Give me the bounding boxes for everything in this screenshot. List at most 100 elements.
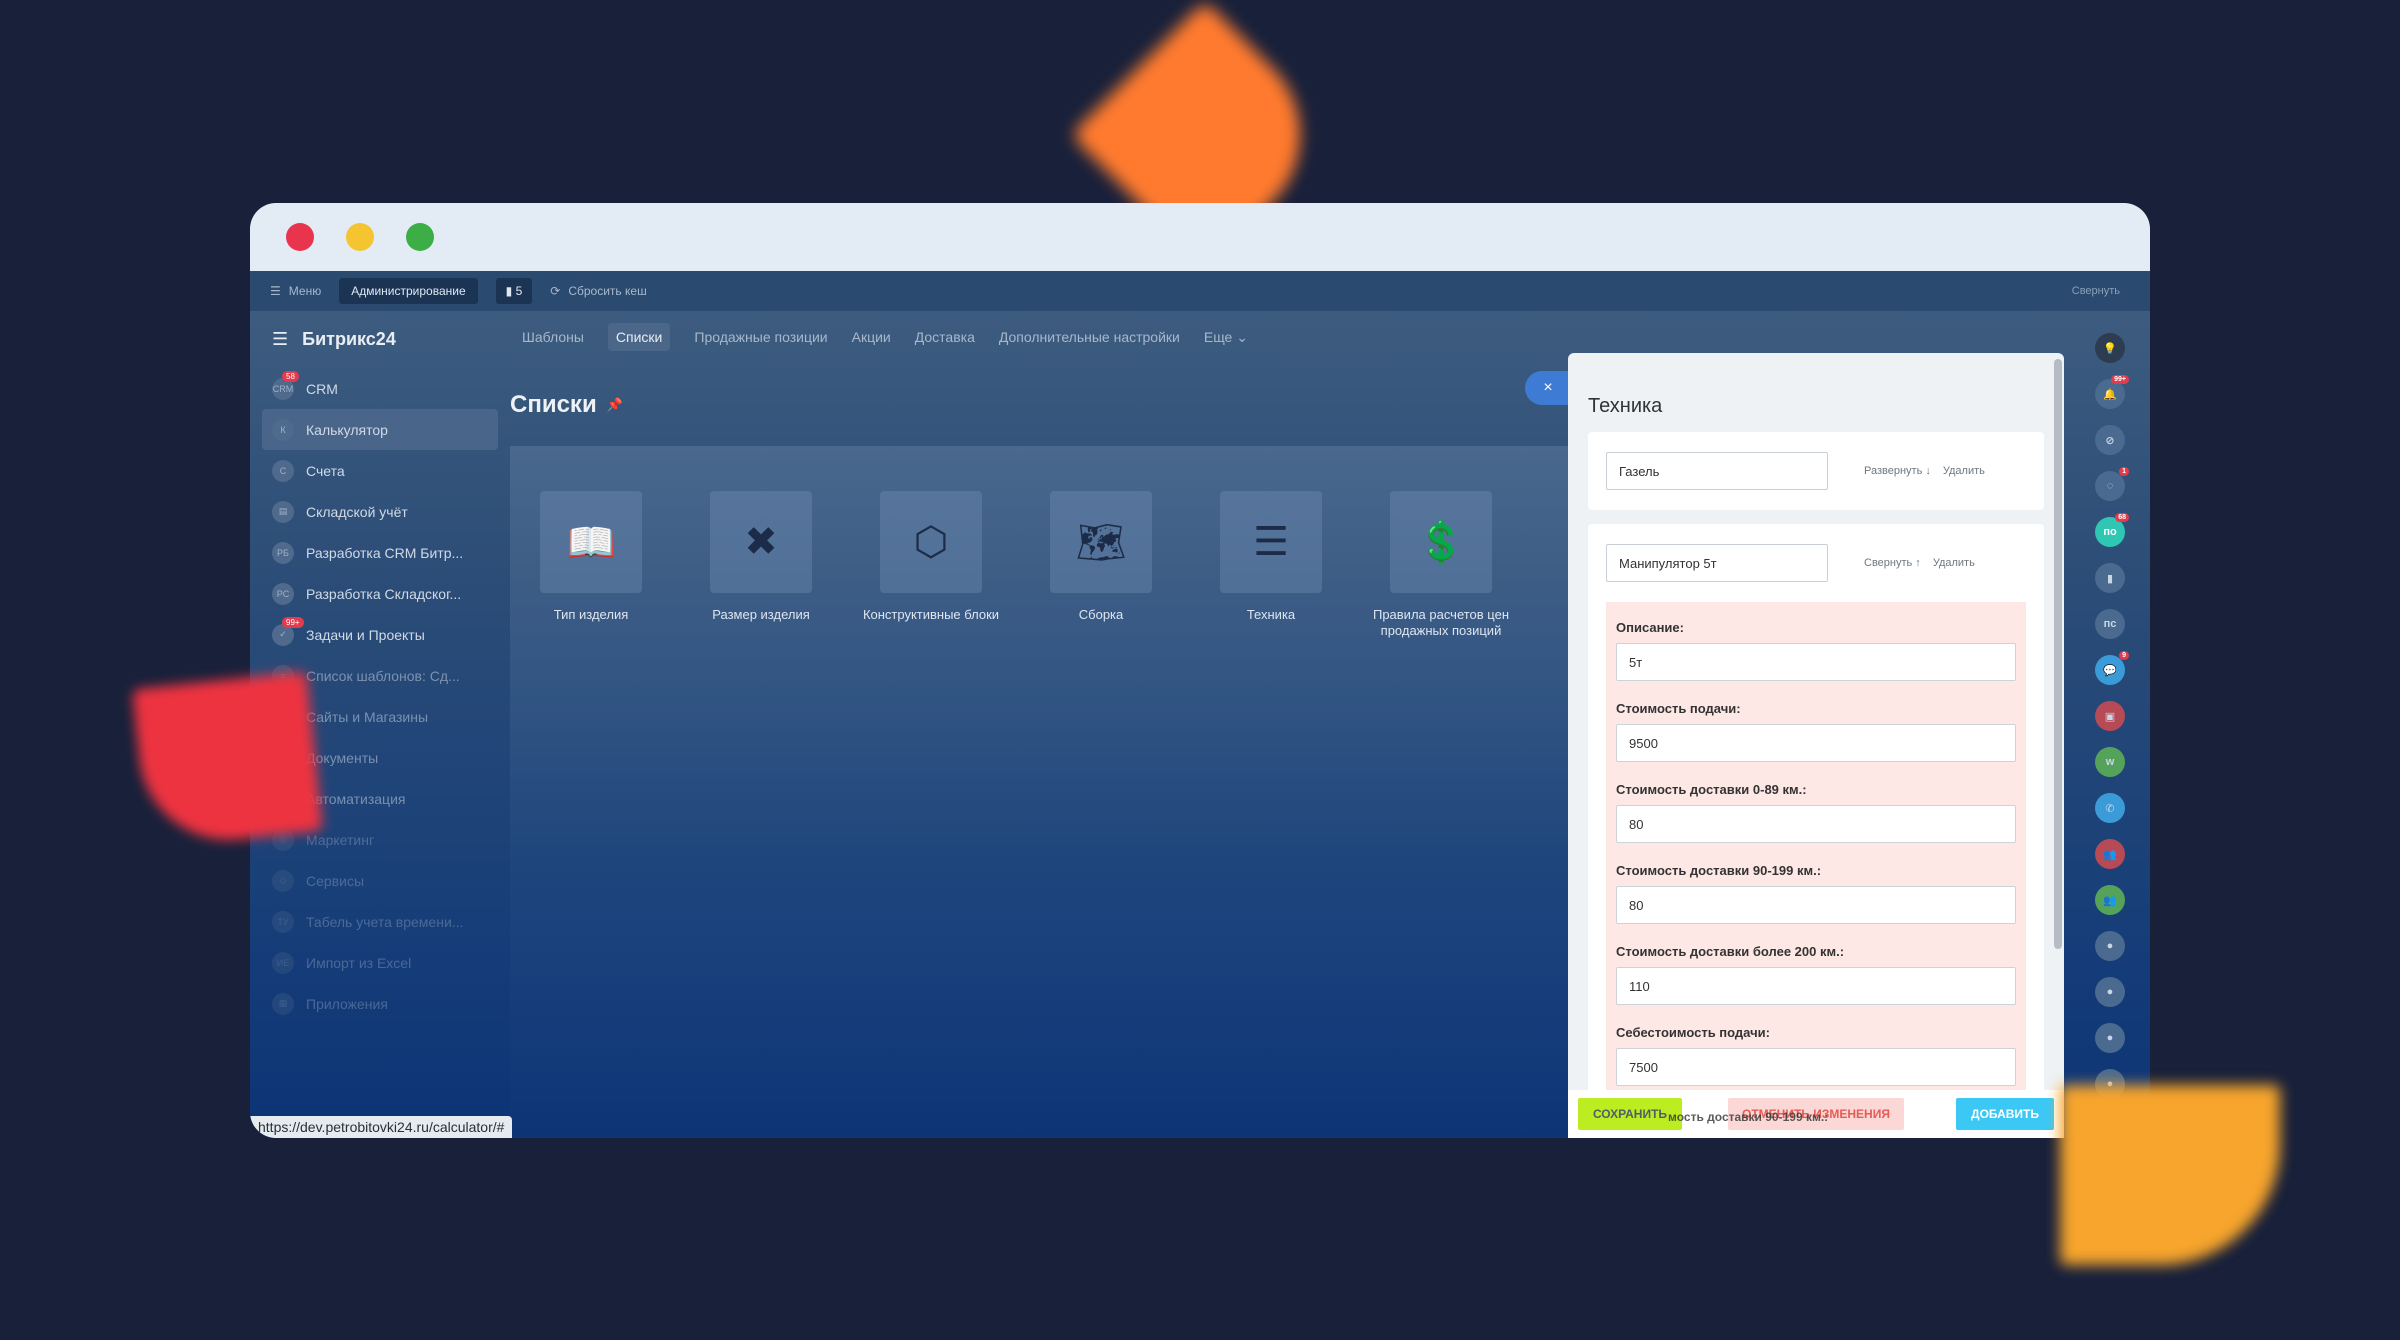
- collapse-link[interactable]: Свернуть: [2072, 285, 2120, 297]
- bell-icon[interactable]: 🔔 99+: [2095, 375, 2129, 409]
- field-input[interactable]: [1616, 724, 2016, 762]
- list-card-label: Тип изделия: [553, 607, 629, 622]
- field-label: Стоимость доставки более 200 км.:: [1616, 944, 1845, 959]
- tab[interactable]: Еще ⌄: [1204, 329, 1248, 346]
- sidebar-item[interactable]: ТУ Табель учета времени...: [250, 901, 510, 942]
- list-item: Свернуть ↑ Удалить Описание: Стоимость по…: [1588, 524, 2044, 1138]
- sidebar-item[interactable]: С Счета: [250, 450, 510, 491]
- tab[interactable]: Акции: [852, 329, 891, 345]
- save-button[interactable]: СОХРАНИТЬ: [1578, 1098, 1682, 1130]
- rail-glyph: 💬: [2103, 664, 2117, 677]
- mail-icon[interactable]: ▣: [2095, 701, 2125, 731]
- brand-logo[interactable]: ☰ Битрикс24: [250, 311, 510, 368]
- sidebar-item[interactable]: ИЕ Импорт из Excel: [250, 942, 510, 983]
- reset-cache-button[interactable]: ⟳ Сбросить кеш: [550, 284, 646, 298]
- field-input[interactable]: [1616, 1048, 2016, 1086]
- sidebar-item-label: Сайты и Магазины: [306, 708, 429, 725]
- rail-glyph: ●: [2106, 1032, 2114, 1044]
- nav-icon: РБ: [272, 541, 294, 564]
- expand-link[interactable]: Развернуть ↓: [1864, 465, 1931, 477]
- list-card[interactable]: 🗺 Сборка: [1050, 491, 1152, 640]
- notifications-button[interactable]: ▮ 5: [495, 278, 533, 304]
- user-po-icon[interactable]: по 68: [2095, 513, 2129, 547]
- group-icon[interactable]: 👥: [2095, 839, 2125, 869]
- list-card-icon: ⬡: [880, 491, 982, 593]
- rail-glyph: пс: [2103, 618, 2117, 630]
- list-card-icon: 📖: [540, 491, 642, 593]
- admin-button[interactable]: Администрирование: [339, 278, 478, 304]
- maximize-window-button[interactable]: [406, 223, 434, 251]
- tab-bar: Шаблоны Списки Продажные позиции Акции Доста…: [510, 311, 1248, 363]
- whatsapp-icon[interactable]: w: [2095, 747, 2125, 777]
- list-card-label: Конструктивные блоки: [862, 607, 1000, 622]
- tab[interactable]: Доставка: [915, 329, 975, 345]
- field-input[interactable]: [1616, 643, 2016, 681]
- collapse-link[interactable]: Свернуть ↑: [1864, 557, 1921, 569]
- rail-glyph: ▮: [2106, 572, 2114, 585]
- rail-glyph: ◌: [2106, 480, 2114, 492]
- idea-icon[interactable]: 💡: [2095, 333, 2125, 363]
- list-card[interactable]: 📖 Тип изделия: [540, 491, 642, 640]
- pin-icon[interactable]: 📌: [607, 397, 623, 413]
- item-fields: Описание: Стоимость подачи: Стоимость дост…: [1606, 602, 2026, 1138]
- hamburger-icon[interactable]: ☰: [272, 329, 288, 350]
- team-icon[interactable]: 👥: [2095, 885, 2125, 915]
- list-card-icon: 🗺: [1050, 491, 1152, 593]
- list-card-label: Размер изделия: [712, 607, 810, 622]
- close-window-button[interactable]: [286, 223, 314, 251]
- delete-link[interactable]: Удалить: [1933, 557, 1975, 569]
- nav-icon: ТУ: [272, 910, 294, 933]
- right-rail: 💡 🔔 99+ ⊘ ◌ 1 по 68 ▮ пс 💬 9 ▣ w ✆ 👥 👥 ● ● ● ●: [2070, 311, 2150, 1138]
- delete-link[interactable]: Удалить: [1943, 465, 1985, 477]
- tab[interactable]: Продажные позиции: [694, 329, 827, 345]
- rail-glyph: ✆: [2105, 802, 2115, 815]
- list-card[interactable]: ☰ Техника: [1220, 491, 1322, 640]
- rail-glyph: по: [2103, 526, 2117, 538]
- sidebar-item[interactable]: ◇ Сервисы: [250, 860, 510, 901]
- list-card-label: Сборка: [1078, 607, 1124, 622]
- tab[interactable]: Списки: [607, 323, 671, 351]
- bookmark-icon[interactable]: ▮: [2095, 563, 2125, 593]
- sidebar-item[interactable]: К Калькулятор: [262, 409, 498, 450]
- disabled-icon[interactable]: ⊘: [2095, 425, 2125, 455]
- phone-icon[interactable]: ✆: [2095, 793, 2125, 823]
- item-name-input[interactable]: [1606, 544, 1828, 582]
- close-slider-button[interactable]: ×: [1525, 371, 1571, 405]
- rail-glyph: w: [2105, 756, 2115, 768]
- list-card[interactable]: ✖ Размер изделия: [710, 491, 812, 640]
- nav-icon: РС: [272, 582, 294, 605]
- minimize-window-button[interactable]: [346, 223, 374, 251]
- sidebar-item[interactable]: CRM 58 CRM: [250, 368, 510, 409]
- sidebar-item[interactable]: ▤ Складской учёт: [250, 491, 510, 532]
- sidebar-item[interactable]: ▦ Приложения: [250, 983, 510, 1024]
- rail-glyph: 💡: [2103, 342, 2117, 355]
- browser-window: ☰ Меню Администрирование ▮ 5 ⟳ Сбросить …: [250, 203, 2150, 1138]
- list-card[interactable]: 💲 Правила расчетов цен продажных позиций: [1373, 491, 1509, 640]
- sidebar-item-label: Табель учета времени...: [306, 913, 464, 930]
- user-pc-icon[interactable]: пс: [2095, 609, 2125, 639]
- field-input[interactable]: [1616, 886, 2016, 924]
- sidebar-item-label: Маркетинг: [306, 831, 375, 848]
- nav-icon: К: [272, 418, 294, 441]
- tab[interactable]: Шаблоны: [522, 329, 584, 345]
- messages-icon[interactable]: 💬 9: [2095, 651, 2129, 685]
- avatar-icon[interactable]: ●: [2095, 1023, 2125, 1053]
- sidebar-item[interactable]: РБ Разработка CRM Битр...: [250, 532, 510, 573]
- item-name-input[interactable]: [1606, 452, 1828, 490]
- slider-scrollbar[interactable]: [2054, 359, 2062, 949]
- add-button[interactable]: ДОБАВИТЬ: [1956, 1098, 2054, 1130]
- list-card[interactable]: ⬡ Конструктивные блоки: [863, 491, 999, 640]
- field-label: Стоимость доставки 90-199 км.:: [1616, 863, 1822, 878]
- count-badge: 9: [2119, 651, 2129, 660]
- sidebar-item[interactable]: ✓ 99+ Задачи и Проекты: [250, 614, 510, 655]
- sidebar-item-label: Складской учёт: [306, 503, 408, 520]
- chat-icon[interactable]: ◌ 1: [2095, 467, 2129, 501]
- field-input[interactable]: [1616, 967, 2016, 1005]
- tab[interactable]: Дополнительные настройки: [999, 329, 1180, 345]
- avatar-icon[interactable]: ●: [2095, 977, 2125, 1007]
- field-input[interactable]: [1616, 805, 2016, 843]
- sidebar-item-label: CRM: [306, 380, 338, 397]
- sidebar-item[interactable]: РС Разработка Складског...: [250, 573, 510, 614]
- menu-button[interactable]: ☰ Меню: [270, 284, 321, 298]
- avatar-icon[interactable]: ●: [2095, 931, 2125, 961]
